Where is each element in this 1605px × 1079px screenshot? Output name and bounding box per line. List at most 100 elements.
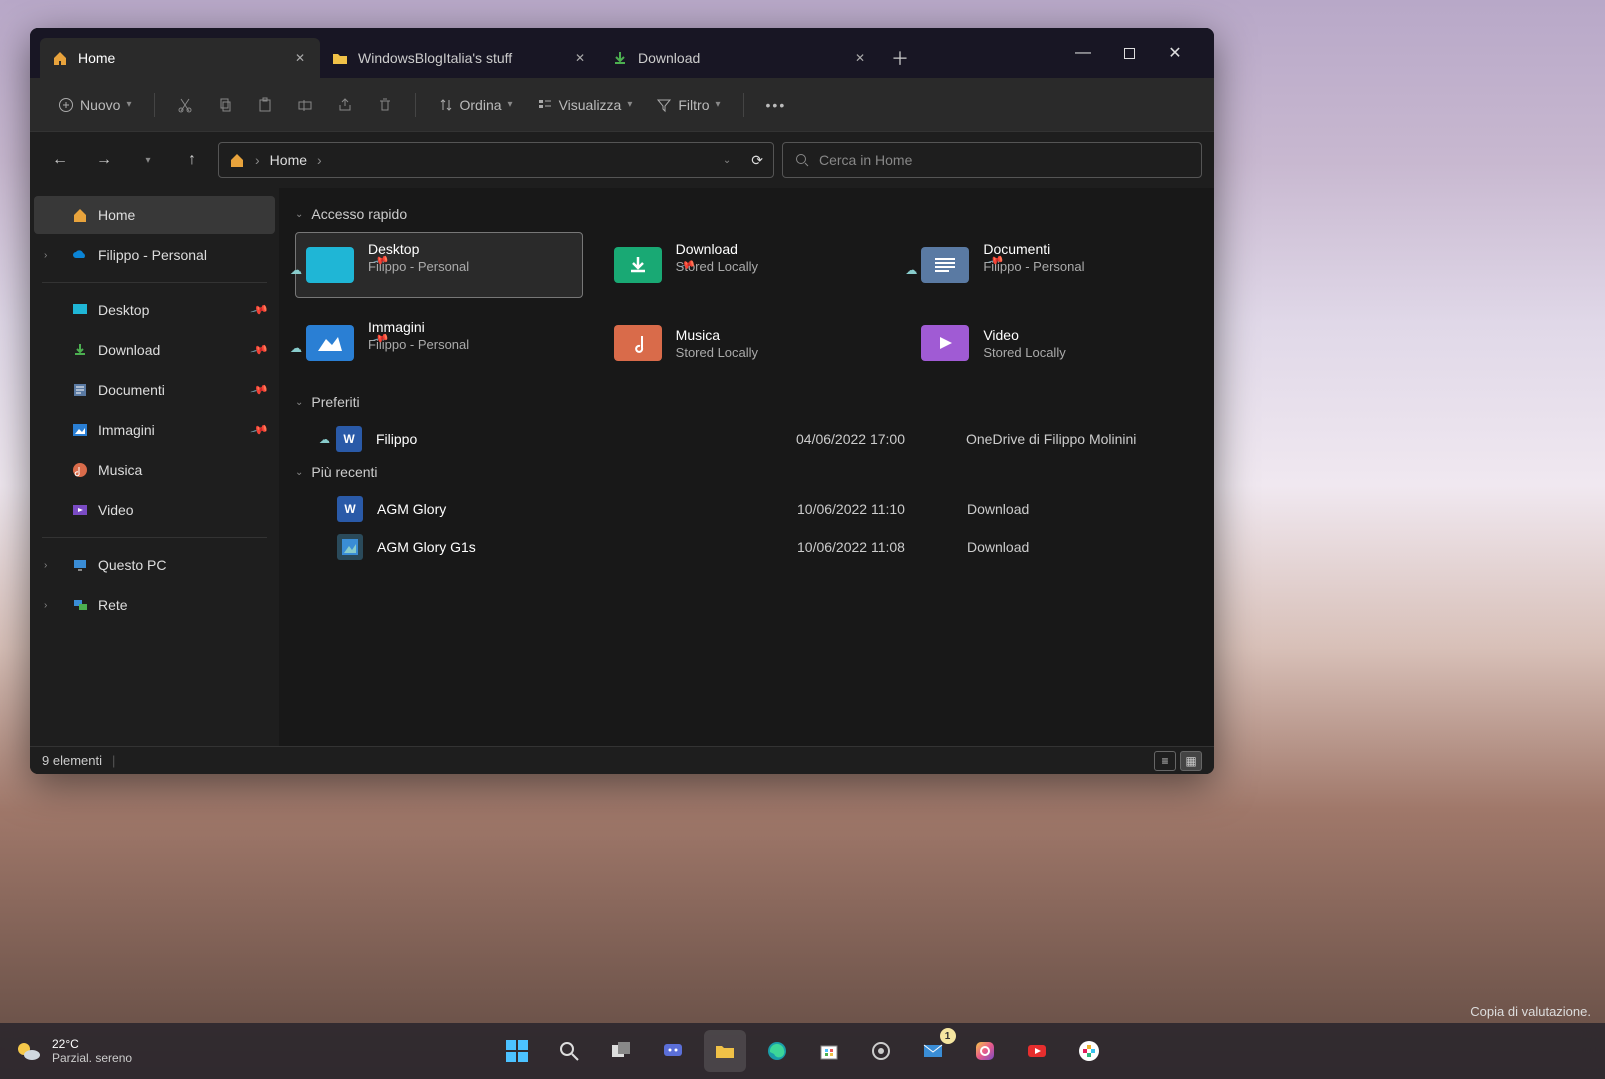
file-row[interactable]: WAGM Glory10/06/2022 11:10Download (295, 490, 1198, 528)
tab-download[interactable]: Download ✕ (600, 38, 880, 78)
view-icon (537, 97, 553, 113)
instagram-button[interactable] (964, 1030, 1006, 1072)
video-icon (72, 502, 88, 518)
forward-button[interactable]: → (86, 142, 122, 178)
quick-subtitle: Stored Locally (676, 345, 758, 360)
chevron-right-icon[interactable]: › (44, 560, 47, 571)
store-icon (818, 1040, 840, 1062)
file-location: Download (967, 539, 1029, 555)
weather-widget[interactable]: 22°C Parzial. sereno (14, 1037, 132, 1066)
sidebar-item-thispc[interactable]: › Questo PC (34, 546, 275, 584)
sidebar-item-onedrive[interactable]: › Filippo - Personal (34, 236, 275, 274)
quick-item-desktop[interactable]: ☁DesktopFilippo - Personal📌 (295, 232, 583, 298)
folder-icon (714, 1040, 736, 1062)
file-row[interactable]: ☁WFilippo04/06/2022 17:00OneDrive di Fil… (295, 420, 1198, 458)
quick-item-musica[interactable]: MusicaStored Locally (603, 310, 891, 376)
cloud-icon: ☁ (905, 263, 917, 277)
quick-item-immagini[interactable]: ☁ImmaginiFilippo - Personal📌 (295, 310, 583, 376)
copy-button[interactable] (207, 87, 243, 123)
sidebar-item-download[interactable]: Download📌 (34, 331, 275, 369)
minimize-button[interactable]: — (1060, 37, 1106, 69)
home-icon (229, 152, 245, 168)
chevron-down-icon[interactable]: ⌄ (723, 155, 731, 166)
filter-button[interactable]: Filtro ▾ (646, 87, 730, 123)
sort-button[interactable]: Ordina ▾ (428, 87, 523, 123)
network-icon (72, 597, 88, 613)
sidebar-item-images[interactable]: Immagini📌 (34, 411, 275, 449)
home-icon (52, 50, 68, 66)
mail-icon (922, 1040, 944, 1062)
mail-button[interactable]: 1 (912, 1030, 954, 1072)
back-button[interactable]: ← (42, 142, 78, 178)
quick-item-documenti[interactable]: ☁DocumentiFilippo - Personal📌 (910, 232, 1198, 298)
up-button[interactable]: ↑ (174, 142, 210, 178)
group-recent[interactable]: ⌄Più recenti (295, 464, 1198, 480)
cut-button[interactable] (167, 87, 203, 123)
search-input[interactable]: Cerca in Home (782, 142, 1202, 178)
music-icon (72, 462, 88, 478)
copy-icon (217, 97, 233, 113)
file-row[interactable]: AGM Glory G1s10/06/2022 11:08Download (295, 528, 1198, 566)
trash-icon (377, 97, 393, 113)
view-details-button[interactable]: ≡ (1154, 751, 1176, 771)
chevron-right-icon[interactable]: › (44, 600, 47, 611)
cut-icon (177, 97, 193, 113)
share-icon (337, 97, 353, 113)
taskview-icon (610, 1040, 632, 1062)
view-tiles-button[interactable]: ▦ (1180, 751, 1202, 771)
chevron-right-icon[interactable]: › (44, 250, 47, 261)
rename-button[interactable] (287, 87, 323, 123)
close-button[interactable]: ✕ (1152, 37, 1198, 69)
search-button[interactable] (548, 1030, 590, 1072)
weather-temp: 22°C (52, 1037, 132, 1051)
view-button[interactable]: Visualizza ▾ (527, 87, 643, 123)
breadcrumb-current[interactable]: Home (270, 152, 307, 168)
quick-title: Video (983, 327, 1065, 343)
cloud-icon: ☁ (290, 263, 302, 277)
sidebar-item-desktop[interactable]: Desktop📌 (34, 291, 275, 329)
new-tab-button[interactable]: ＋ (880, 38, 920, 78)
store-button[interactable] (808, 1030, 850, 1072)
youtube-button[interactable] (1016, 1030, 1058, 1072)
more-button[interactable]: ••• (756, 87, 797, 123)
tab-label: WindowsBlogItalia's stuff (358, 50, 512, 66)
sidebar-item-documents[interactable]: Documenti📌 (34, 371, 275, 409)
explorer-button[interactable] (704, 1030, 746, 1072)
item-count: 9 elementi (42, 753, 102, 768)
edge-button[interactable] (756, 1030, 798, 1072)
tab-close-icon[interactable]: ✕ (572, 50, 588, 66)
maximize-icon (1124, 48, 1135, 59)
maximize-button[interactable] (1106, 37, 1152, 69)
start-button[interactable] (496, 1030, 538, 1072)
sidebar-item-video[interactable]: Video (34, 491, 275, 529)
slack-button[interactable] (1068, 1030, 1110, 1072)
settings-button[interactable] (860, 1030, 902, 1072)
history-button[interactable]: ▾ (130, 142, 166, 178)
share-button[interactable] (327, 87, 363, 123)
tab-home[interactable]: Home ✕ (40, 38, 320, 78)
new-button[interactable]: Nuovo ▾ (48, 87, 142, 123)
sidebar-item-music[interactable]: Musica (34, 451, 275, 489)
delete-button[interactable] (367, 87, 403, 123)
sidebar-item-network[interactable]: › Rete (34, 586, 275, 624)
tab-folder[interactable]: WindowsBlogItalia's stuff ✕ (320, 38, 600, 78)
taskview-button[interactable] (600, 1030, 642, 1072)
chat-button[interactable] (652, 1030, 694, 1072)
group-favorites[interactable]: ⌄Preferiti (295, 394, 1198, 410)
quick-item-download[interactable]: DownloadStored Locally📌 (603, 232, 891, 298)
quick-title: Download (676, 241, 758, 257)
content-area: ⌄Accesso rapido ☁DesktopFilippo - Person… (279, 188, 1214, 746)
image-icon (72, 422, 88, 438)
address-bar[interactable]: › Home › ⌄ ⟳ (218, 142, 774, 178)
group-quick-access[interactable]: ⌄Accesso rapido (295, 206, 1198, 222)
status-bar: 9 elementi | ≡ ▦ (30, 746, 1214, 774)
tab-close-icon[interactable]: ✕ (292, 50, 308, 66)
download-icon (72, 342, 88, 358)
sidebar-item-home[interactable]: Home (34, 196, 275, 234)
quick-item-video[interactable]: VideoStored Locally (910, 310, 1198, 376)
refresh-button[interactable]: ⟳ (751, 152, 763, 169)
file-name: AGM Glory G1s (377, 539, 797, 555)
file-name: AGM Glory (377, 501, 797, 517)
tab-close-icon[interactable]: ✕ (852, 50, 868, 66)
paste-button[interactable] (247, 87, 283, 123)
